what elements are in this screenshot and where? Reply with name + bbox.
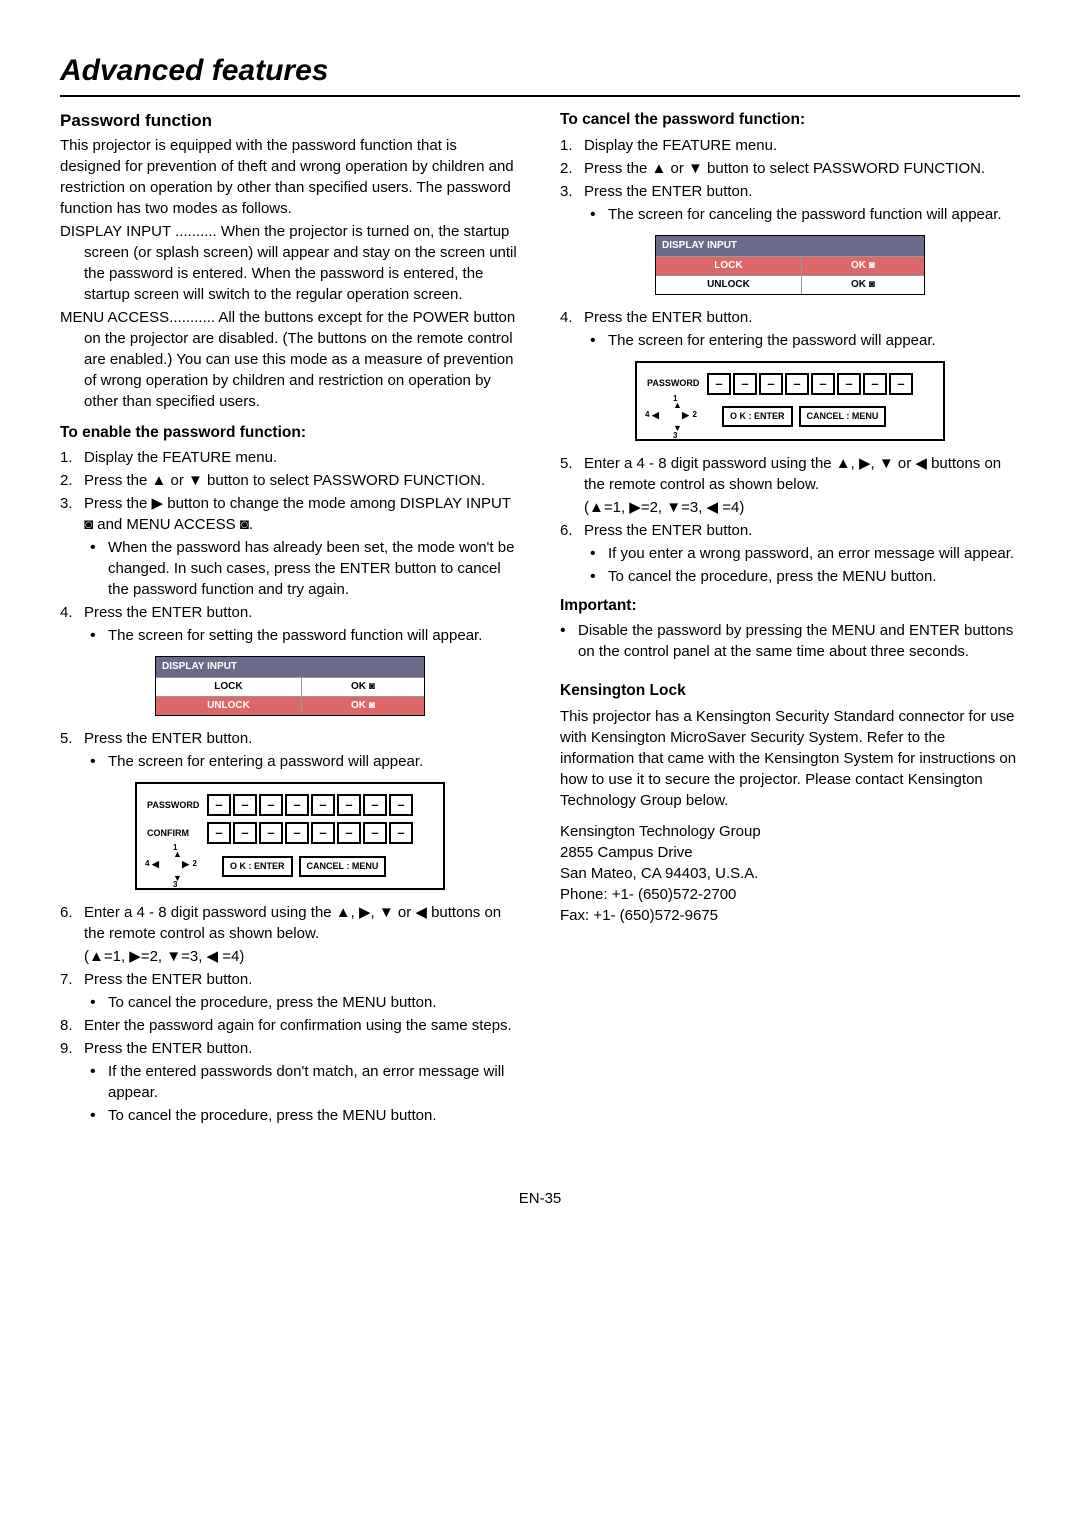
step-6-mapping: (▲=1, ▶=2, ▼=3, ◀ =4) [84, 946, 520, 967]
kensington-text: This projector has a Kensington Security… [560, 706, 1020, 811]
heading-cancel: To cancel the password function: [560, 109, 1020, 131]
step-8: Enter the password again for confirmatio… [60, 1015, 520, 1036]
nav-diamond-icon: 1▲ 4◀ ▶2 ▼3 [647, 401, 707, 433]
addr-line: Phone: +1- (650)572-2700 [560, 884, 1020, 905]
cancel-step-2: Press the ▲ or ▼ button to select PASSWO… [560, 158, 1020, 179]
cancel-menu-hint: CANCEL : MENU [299, 856, 387, 877]
step-7-bullet: To cancel the procedure, press the MENU … [90, 992, 520, 1013]
step-1: Display the FEATURE menu. [60, 447, 520, 468]
password-entry-figure: PASSWORD – – – – – – – – CON [135, 782, 445, 890]
figure-header: DISPLAY INPUT [156, 657, 424, 677]
left-column: Password function This projector is equi… [60, 109, 520, 1128]
step-9-bullet-1: If the entered passwords don't match, an… [90, 1061, 520, 1103]
ok-enter-hint: O K : ENTER [222, 856, 293, 877]
heading-password-function: Password function [60, 109, 520, 133]
step-2: Press the ▲ or ▼ button to select PASSWO… [60, 470, 520, 491]
label-password: PASSWORD [147, 799, 207, 812]
cancel-menu-hint: CANCEL : MENU [799, 406, 887, 427]
page-title: Advanced features [60, 50, 1020, 97]
right-column: To cancel the password function: Display… [560, 109, 1020, 1128]
cancel-step-3: Press the ENTER button. The screen for c… [560, 181, 1020, 225]
addr-line: 2855 Campus Drive [560, 842, 1020, 863]
step-9: Press the ENTER button. If the entered p… [60, 1038, 520, 1126]
addr-line: San Mateo, CA 94403, U.S.A. [560, 863, 1020, 884]
label-password: PASSWORD [647, 377, 707, 390]
cancel-step-6-bullet-1: If you enter a wrong password, an error … [590, 543, 1020, 564]
step-4: Press the ENTER button. The screen for s… [60, 602, 520, 646]
nav-diamond-icon: 1▲ 4◀ ▶2 ▼3 [147, 850, 207, 882]
cancel-step-1: Display the FEATURE menu. [560, 135, 1020, 156]
pw-cell: – [207, 794, 231, 816]
heading-kensington: Kensington Lock [560, 680, 1020, 702]
important-bullet: Disable the password by pressing the MEN… [560, 620, 1020, 662]
display-input-figure-lock: DISPLAY INPUT LOCKOK ◙ UNLOCKOK ◙ [155, 656, 425, 716]
cancel-step-5: Enter a 4 - 8 digit password using the ▲… [560, 453, 1020, 518]
kensington-address: Kensington Technology Group 2855 Campus … [560, 821, 1020, 926]
step-3-bullet: When the password has already been set, … [90, 537, 520, 600]
step-6: Enter a 4 - 8 digit password using the ▲… [60, 902, 520, 967]
addr-line: Fax: +1- (650)572-9675 [560, 905, 1020, 926]
cancel-step-5-mapping: (▲=1, ▶=2, ▼=3, ◀ =4) [584, 497, 1020, 518]
step-9-bullet-2: To cancel the procedure, press the MENU … [90, 1105, 520, 1126]
password-entry-figure-single: PASSWORD – – – – – – – – [635, 361, 945, 441]
cancel-step-4: Press the ENTER button. The screen for e… [560, 307, 1020, 351]
cancel-step-3-bullet: The screen for canceling the password fu… [590, 204, 1020, 225]
cancel-step-6-bullet-2: To cancel the procedure, press the MENU … [590, 566, 1020, 587]
step-3: Press the ▶ button to change the mode am… [60, 493, 520, 600]
intro-text: This projector is equipped with the pass… [60, 135, 520, 219]
display-input-desc: DISPLAY INPUT .......... When the projec… [60, 221, 520, 305]
addr-line: Kensington Technology Group [560, 821, 1020, 842]
heading-important: Important: [560, 595, 1020, 617]
menu-access-desc: MENU ACCESS........... All the buttons e… [60, 307, 520, 412]
cancel-step-4-bullet: The screen for entering the password wil… [590, 330, 1020, 351]
step-5-bullet: The screen for entering a password will … [90, 751, 520, 772]
display-input-figure-unlock: DISPLAY INPUT LOCKOK ◙ UNLOCKOK ◙ [655, 235, 925, 295]
step-4-bullet: The screen for setting the password func… [90, 625, 520, 646]
cancel-step-6: Press the ENTER button. If you enter a w… [560, 520, 1020, 587]
step-5: Press the ENTER button. The screen for e… [60, 728, 520, 772]
step-7: Press the ENTER button. To cancel the pr… [60, 969, 520, 1013]
page-number: EN-35 [60, 1188, 1020, 1209]
heading-enable: To enable the password function: [60, 422, 520, 444]
ok-enter-hint: O K : ENTER [722, 406, 793, 427]
label-confirm: CONFIRM [147, 827, 207, 840]
